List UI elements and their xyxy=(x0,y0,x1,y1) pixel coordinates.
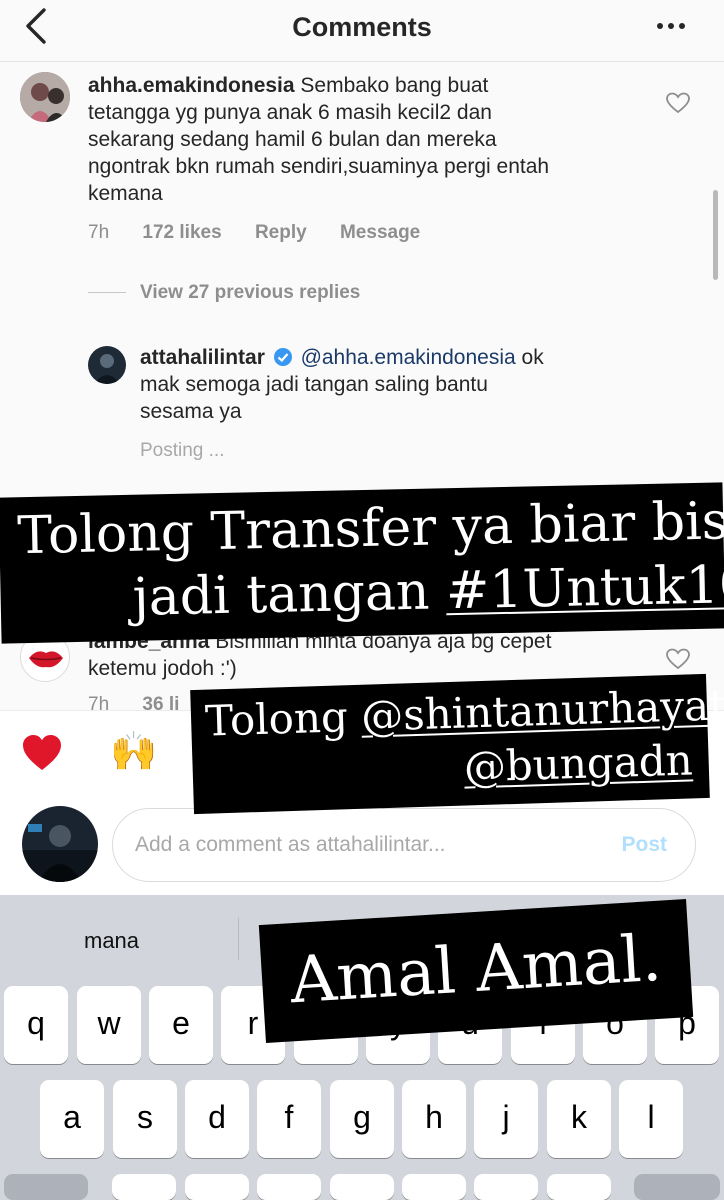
key-row3[interactable] xyxy=(402,1174,466,1200)
key-f[interactable]: f xyxy=(257,1080,321,1158)
overlay-hashtag[interactable]: #1Untuk10 xyxy=(445,555,724,621)
overlay-text: jadi tangan xyxy=(132,561,447,628)
reply-button[interactable]: Reply xyxy=(255,222,307,243)
comment-line: Sembako bang buat xyxy=(300,74,489,97)
comment-line: kemana xyxy=(88,182,163,205)
key-d[interactable]: d xyxy=(185,1080,249,1158)
header-bar: Comments xyxy=(0,0,724,62)
key-q[interactable]: q xyxy=(4,986,68,1064)
comment-line: tetangga yg punya anak 6 masih kecil2 da… xyxy=(88,101,492,124)
like-heart-icon[interactable] xyxy=(666,648,690,670)
comment-meta: 7h 172 likes Reply Message xyxy=(88,222,448,244)
view-previous-replies[interactable]: View 27 previous replies xyxy=(88,282,360,304)
comment-body: ahha.emakindonesia Sembako bang buat tet… xyxy=(88,72,668,207)
key-a[interactable]: a xyxy=(40,1080,104,1158)
overlay-caption-transfer: Tolong Transfer ya biar bisa jadi tangan… xyxy=(0,482,724,644)
key-w[interactable]: w xyxy=(77,986,141,1064)
scrollbar[interactable] xyxy=(713,190,718,280)
key-j[interactable]: j xyxy=(474,1080,538,1158)
key-row3[interactable] xyxy=(112,1174,176,1200)
comment-line: sekarang sedang hamil 6 bulan dan mereka xyxy=(88,128,497,151)
key-row3[interactable] xyxy=(185,1174,249,1200)
avatar[interactable] xyxy=(88,346,126,384)
key-row3[interactable] xyxy=(330,1174,394,1200)
backspace-key[interactable] xyxy=(634,1174,720,1200)
page-title: Comments xyxy=(292,12,432,42)
divider xyxy=(238,918,239,960)
avatar xyxy=(22,806,98,882)
divider xyxy=(88,292,126,294)
keyboard-suggestion[interactable]: mana xyxy=(84,928,139,954)
comment-likes[interactable]: 172 likes xyxy=(142,222,221,243)
like-heart-icon[interactable] xyxy=(666,92,690,114)
reply-body: attahalilintar @ahha.emakindonesia ok ma… xyxy=(140,344,680,425)
reply-username[interactable]: attahalilintar xyxy=(140,346,265,369)
key-h[interactable]: h xyxy=(402,1080,466,1158)
avatar[interactable] xyxy=(20,72,70,122)
key-e[interactable]: e xyxy=(149,986,213,1064)
verified-badge-icon xyxy=(273,348,292,366)
overlay-mention[interactable]: @bungadn xyxy=(463,735,693,791)
comment-username[interactable]: ahha.emakindonesia xyxy=(88,74,295,97)
post-button[interactable]: Post xyxy=(621,833,667,857)
avatar-photo xyxy=(88,346,126,384)
comment-line: ngontrak bkn rumah sendiri,suaminya perg… xyxy=(88,155,550,178)
posting-status: Posting ... xyxy=(140,440,225,461)
mention-link[interactable]: @ahha.emakindonesia xyxy=(301,346,516,369)
key-row3[interactable] xyxy=(257,1174,321,1200)
key-g[interactable]: g xyxy=(330,1080,394,1158)
key-k[interactable]: k xyxy=(547,1080,611,1158)
key-row3[interactable] xyxy=(547,1174,611,1200)
view-replies-label[interactable]: View 27 previous replies xyxy=(140,282,360,303)
key-l[interactable]: l xyxy=(619,1080,683,1158)
key-s[interactable]: s xyxy=(113,1080,177,1158)
overlay-line: Amal Amal. xyxy=(288,921,664,1019)
overlay-text: Tolong xyxy=(204,691,362,746)
comment-input[interactable]: Add a comment as attahalilintar... Post xyxy=(112,808,696,882)
avatar-photo xyxy=(22,806,98,882)
heart-emoji-icon[interactable] xyxy=(22,734,62,772)
message-button[interactable]: Message xyxy=(340,222,420,243)
reply-line: ok xyxy=(515,346,544,369)
reply-line: mak semoga jadi tangan saling bantu xyxy=(140,373,488,396)
raising-hands-emoji-icon[interactable]: 🙌 xyxy=(110,730,157,774)
comment-time: 7h xyxy=(88,222,110,243)
key-row3[interactable] xyxy=(474,1174,538,1200)
reply-line: sesama ya xyxy=(140,400,242,423)
overlay-line: @bungadn xyxy=(463,732,694,795)
overlay-line: jadi tangan #1Untuk10 xyxy=(132,552,724,631)
more-horizontal-icon[interactable] xyxy=(656,21,686,31)
avatar-photo xyxy=(20,72,70,122)
shift-key[interactable] xyxy=(4,1174,88,1200)
overlay-mention[interactable]: @shintanurhayati xyxy=(360,680,724,741)
overlay-caption-mentions: Tolong @shintanurhayati @bungadn xyxy=(190,673,724,815)
comment-input-placeholder: Add a comment as attahalilintar... xyxy=(135,833,446,856)
